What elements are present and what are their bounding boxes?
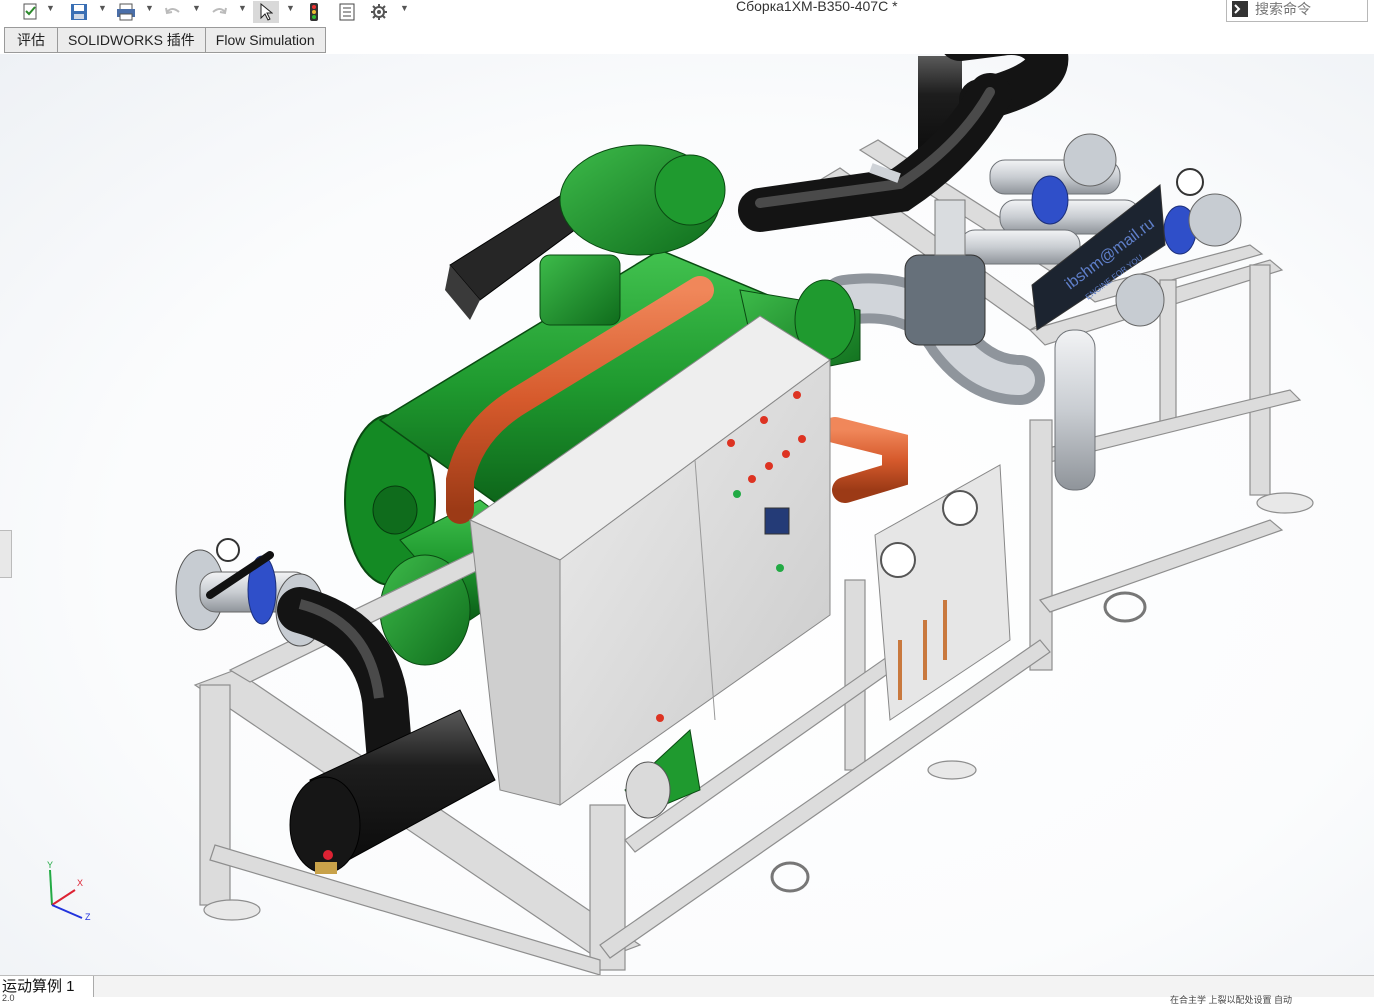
status-line: 2.0 在合主学 上裂以配处设置 自动 — [0, 993, 1374, 1005]
chevron-down-icon[interactable]: ▼ — [286, 3, 295, 13]
status-bar: 运动算例 1 — [0, 975, 1374, 998]
undo-icon[interactable] — [162, 1, 184, 23]
chevron-down-icon[interactable]: ▼ — [400, 3, 409, 13]
chevron-down-icon[interactable]: ▼ — [145, 3, 154, 13]
command-prompt-icon — [1232, 1, 1248, 17]
search-box[interactable] — [1226, 0, 1368, 22]
status-right-text: 在合主学 上裂以配处设置 自动 — [1170, 995, 1293, 1005]
gear-icon[interactable] — [368, 1, 390, 23]
new-document-icon[interactable] — [20, 1, 42, 23]
axis-y-label: Y — [47, 860, 53, 870]
tab-label: SOLIDWORKS 插件 — [68, 32, 195, 48]
redo-icon[interactable] — [208, 1, 230, 23]
tab-solidworks-addins[interactable]: SOLIDWORKS 插件 — [57, 27, 205, 53]
tab-flow-simulation[interactable]: Flow Simulation — [204, 27, 326, 53]
traffic-light-icon[interactable] — [303, 1, 325, 23]
tab-evaluate[interactable]: 评估 — [4, 27, 57, 53]
tab-label: Flow Simulation — [215, 32, 315, 48]
select-cursor-icon[interactable] — [253, 1, 279, 23]
save-icon[interactable] — [68, 1, 90, 23]
search-input[interactable] — [1253, 0, 1357, 18]
status-left-text: 2.0 — [2, 993, 15, 1003]
axis-x-label: X — [77, 878, 83, 888]
ribbon-tabs: 评估 SOLIDWORKS 插件 Flow Simulation — [4, 27, 326, 53]
document-title: Сборка1ХМ-В350-407С * — [736, 0, 898, 14]
assembly-model: ibshm@mail.ru ENGINE FOR YOU Y X Z — [47, 54, 1314, 975]
title-bar: ▼ ▼ ▼ ▼ ▼ ▼ ▼ Сборка1ХМ-В350-407С * — [0, 0, 1374, 26]
chevron-down-icon[interactable]: ▼ — [46, 3, 55, 13]
axis-z-label: Z — [85, 912, 91, 922]
feature-manager-toggle[interactable] — [0, 530, 12, 578]
print-icon[interactable] — [115, 1, 137, 23]
file-properties-icon[interactable] — [336, 1, 358, 23]
chevron-down-icon[interactable]: ▼ — [238, 3, 247, 13]
graphics-viewport[interactable]: ibshm@mail.ru ENGINE FOR YOU Y X Z — [0, 54, 1374, 975]
tab-label: 评估 — [17, 32, 45, 48]
chevron-down-icon[interactable]: ▼ — [192, 3, 201, 13]
view-heads-up-toolbar — [666, 54, 938, 56]
chevron-down-icon[interactable]: ▼ — [98, 3, 107, 13]
axis-triad: Y X Z — [47, 860, 91, 922]
